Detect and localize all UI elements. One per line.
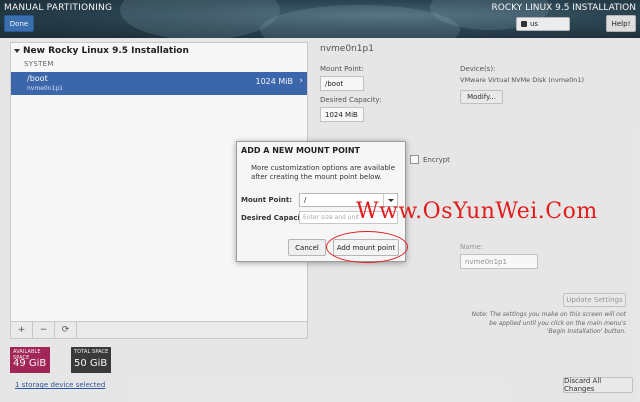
highlight-circle-annotation — [326, 231, 408, 263]
mount-point-label: Mount Point: — [241, 196, 292, 204]
watermark: Www.OsYunWei.Com — [356, 199, 598, 224]
mount-point-value[interactable]: / — [304, 196, 306, 204]
cancel-button[interactable]: Cancel — [288, 239, 326, 256]
dialog-title: ADD A NEW MOUNT POINT — [241, 146, 360, 155]
dialog-description: More customization options are available… — [251, 164, 396, 181]
